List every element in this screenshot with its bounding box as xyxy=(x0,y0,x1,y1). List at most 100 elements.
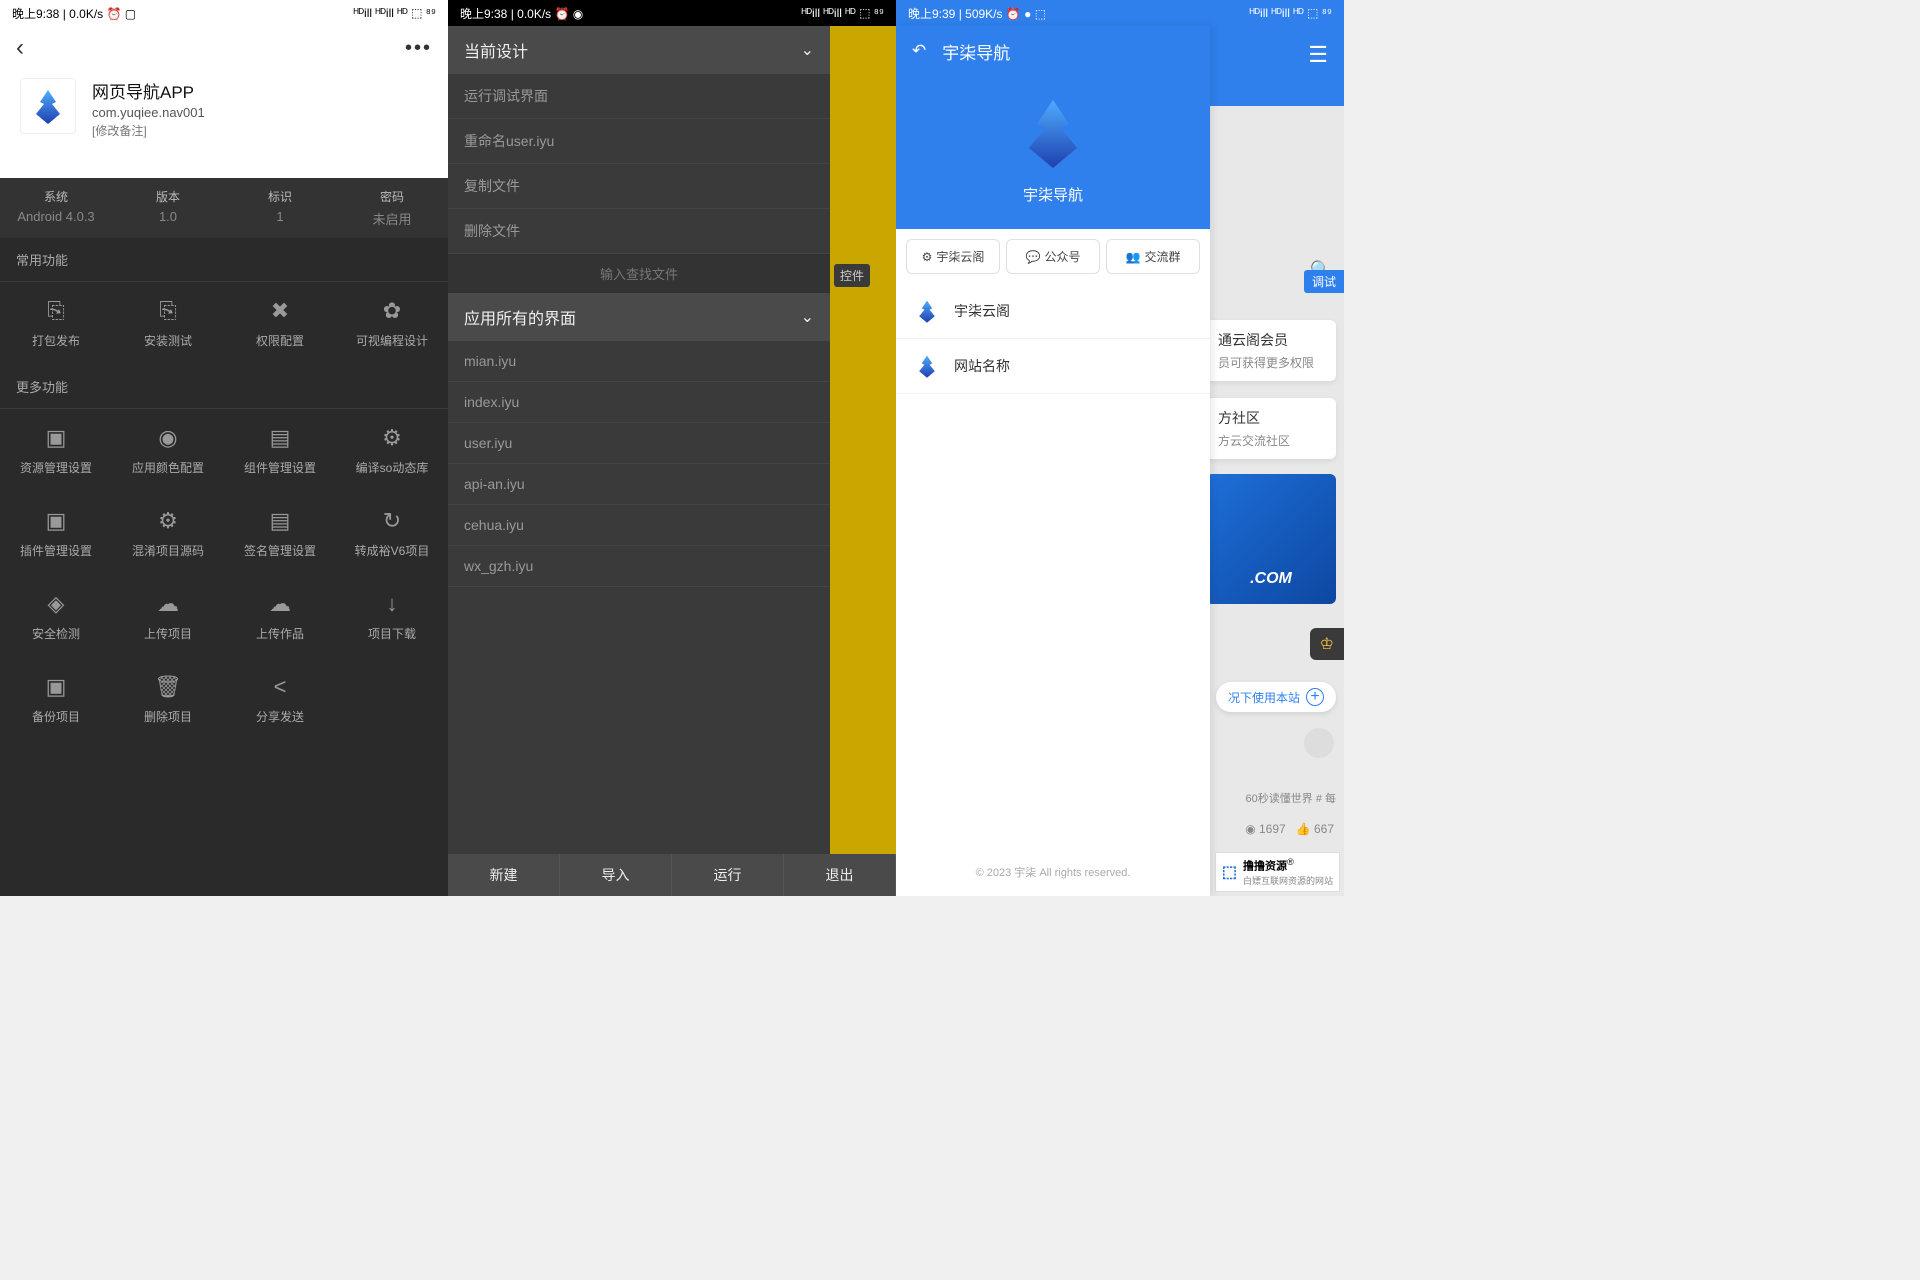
drawer-list-item[interactable]: 网站名称 xyxy=(896,339,1210,394)
info-value: 1.0 xyxy=(116,209,220,224)
function-icon: ✖ xyxy=(271,298,289,324)
import-button[interactable]: 导入 xyxy=(560,854,672,896)
function-icon: ⚙ xyxy=(382,425,402,451)
chip-button[interactable]: ⚙宇柒云阁 xyxy=(906,239,1000,274)
run-button[interactable]: 运行 xyxy=(672,854,784,896)
watermark-text: 撸撸资源 xyxy=(1243,861,1287,873)
status-right: ᴴᴰill ᴴᴰill ᴴᴰ ⬚ ⁸⁹ xyxy=(1250,6,1332,20)
crown-icon[interactable]: ♔ xyxy=(1310,628,1344,660)
function-icon: ▣ xyxy=(46,674,67,700)
function-label: 转成裕V6项目 xyxy=(355,542,430,559)
info-value: Android 4.0.3 xyxy=(4,209,108,224)
info-value: 1 xyxy=(228,209,332,224)
info-label: 密码 xyxy=(340,188,444,205)
more-icon[interactable]: ••• xyxy=(405,37,432,60)
status-bar: 晚上9:38 | 0.0K/s ⏰ ◉ ᴴᴰill ᴴᴰill ᴴᴰ ⬚ ⁸⁹ xyxy=(448,0,896,26)
file-item[interactable]: mian.iyu xyxy=(448,341,830,382)
chevron-down-icon: ⌄ xyxy=(801,307,814,327)
file-item[interactable]: wx_gzh.iyu xyxy=(448,546,830,587)
screen-app-detail: 晚上9:38 | 0.0K/s ⏰ ▢ ᴴᴰill ᴴᴰill ᴴᴰ ⬚ ⁸⁹ … xyxy=(0,0,448,896)
info-label: 版本 xyxy=(116,188,220,205)
collapse-header-files[interactable]: 应用所有的界面 ⌄ xyxy=(448,293,830,341)
function-item[interactable]: ⎘ 安装测试 xyxy=(112,282,224,365)
edit-remark-link[interactable]: [修改备注] xyxy=(92,122,205,139)
function-icon: ⎘ xyxy=(159,298,177,324)
menu-item[interactable]: 复制文件 xyxy=(448,164,830,209)
new-button[interactable]: 新建 xyxy=(448,854,560,896)
search-input[interactable]: 输入查找文件 xyxy=(448,254,830,293)
menu-item[interactable]: 删除文件 xyxy=(448,209,830,254)
use-text: 况下使用本站 xyxy=(1228,689,1300,706)
function-label: 资源管理设置 xyxy=(20,459,92,476)
function-icon: 🗑 xyxy=(154,674,182,700)
function-item[interactable]: ▣插件管理设置 xyxy=(0,492,112,575)
chip-icon: 👥 xyxy=(1126,250,1141,264)
collapse-header-design[interactable]: 当前设计 ⌄ xyxy=(448,26,830,74)
hamburger-icon[interactable]: ☰ xyxy=(1308,42,1328,68)
file-item[interactable]: api-an.iyu xyxy=(448,464,830,505)
file-item[interactable]: user.iyu xyxy=(448,423,830,464)
function-item[interactable]: ✿可视编程设计 xyxy=(336,282,448,365)
back-arrow-icon[interactable]: ↶ xyxy=(912,41,926,61)
function-item[interactable]: ▣资源管理设置 xyxy=(0,409,112,492)
function-label: 安装测试 xyxy=(144,332,192,349)
function-label: 打包发布 xyxy=(32,332,80,349)
function-item[interactable]: ⚙混淆项目源码 xyxy=(112,492,224,575)
function-item[interactable]: ⚙编译so动态库 xyxy=(336,409,448,492)
function-item[interactable]: ▤签名管理设置 xyxy=(224,492,336,575)
menu-item[interactable]: 重命名user.iyu xyxy=(448,119,830,164)
watermark-logo-icon: ⬚ xyxy=(1222,862,1237,882)
watermark-sub: 白嫖互联网资源的网站 xyxy=(1243,874,1333,887)
status-right: ᴴᴰill ᴴᴰill ᴴᴰ ⬚ ⁸⁹ xyxy=(354,6,436,20)
function-item[interactable]: ▤组件管理设置 xyxy=(224,409,336,492)
list-label: 宇柒云阁 xyxy=(954,301,1010,321)
function-icon: ⚙ xyxy=(158,508,178,534)
file-item[interactable]: index.iyu xyxy=(448,382,830,423)
function-icon: ☁ xyxy=(269,591,291,617)
back-icon[interactable]: ‹ xyxy=(16,34,24,62)
views-count: ◉ 1697 xyxy=(1245,822,1286,836)
promo-image[interactable]: .COM xyxy=(1206,474,1336,604)
function-item[interactable]: ✖权限配置 xyxy=(224,282,336,365)
chip-button[interactable]: 💬公众号 xyxy=(1006,239,1100,274)
function-item[interactable]: ◉应用颜色配置 xyxy=(112,409,224,492)
section-common-title: 常用功能 xyxy=(0,238,448,282)
tags-row: 60秒读懂世界 # 每 xyxy=(1246,790,1336,806)
watermark-r: ® xyxy=(1287,857,1294,867)
member-card-sub: 员可获得更多权限 xyxy=(1218,354,1324,371)
chip-icon: ⚙ xyxy=(922,250,933,264)
info-label: 标识 xyxy=(228,188,332,205)
function-icon: < xyxy=(274,674,287,700)
app-title: 宇柒导航 xyxy=(896,184,1210,205)
screen-nav-app: 晚上9:39 | 509K/s ⏰ ● ⬚ ᴴᴰill ᴴᴰill ᴴᴰ ⬚ ⁸… xyxy=(896,0,1344,896)
avatar[interactable] xyxy=(1304,728,1334,758)
function-item[interactable]: ☁上传作品 xyxy=(224,575,336,658)
debug-badge[interactable]: 调试 xyxy=(1304,270,1344,293)
function-icon: ☁ xyxy=(157,591,179,617)
chip-icon: 💬 xyxy=(1026,250,1041,264)
function-item[interactable]: <分享发送 xyxy=(224,658,336,741)
member-card-title: 通云阁会员 xyxy=(1218,330,1324,350)
function-item[interactable]: ⎘ 打包发布 xyxy=(0,282,112,365)
use-site-button[interactable]: 况下使用本站 + xyxy=(1216,682,1336,712)
function-item[interactable]: ↻转成裕V6项目 xyxy=(336,492,448,575)
function-label: 备份项目 xyxy=(32,708,80,725)
file-item[interactable]: cehua.iyu xyxy=(448,505,830,546)
exit-button[interactable]: 退出 xyxy=(784,854,896,896)
menu-item[interactable]: 运行调试界面 xyxy=(448,74,830,119)
function-icon: ✿ xyxy=(383,298,401,324)
app-logo xyxy=(1013,92,1093,172)
chip-button[interactable]: 👥交流群 xyxy=(1106,239,1200,274)
widgets-tag[interactable]: 控件 xyxy=(834,264,870,287)
function-item[interactable]: ↓项目下载 xyxy=(336,575,448,658)
drawer-list-item[interactable]: 宇柒云阁 xyxy=(896,284,1210,339)
function-item[interactable]: ▣ 备份项目 xyxy=(0,658,112,741)
function-item[interactable]: 🗑删除项目 xyxy=(112,658,224,741)
function-item[interactable]: ☁上传项目 xyxy=(112,575,224,658)
function-icon: ▤ xyxy=(270,508,291,534)
function-item[interactable]: ◈安全检测 xyxy=(0,575,112,658)
function-icon: ↓ xyxy=(387,591,398,617)
function-icon: ⎘ xyxy=(47,298,65,324)
status-left: 晚上9:39 | 509K/s ⏰ ● ⬚ xyxy=(908,5,1046,22)
main-content-scrim[interactable]: ☰ 🔍 调试 通云阁会员 员可获得更多权限 方社区 方云交流社区 .COM ♔ … xyxy=(1210,26,1344,896)
